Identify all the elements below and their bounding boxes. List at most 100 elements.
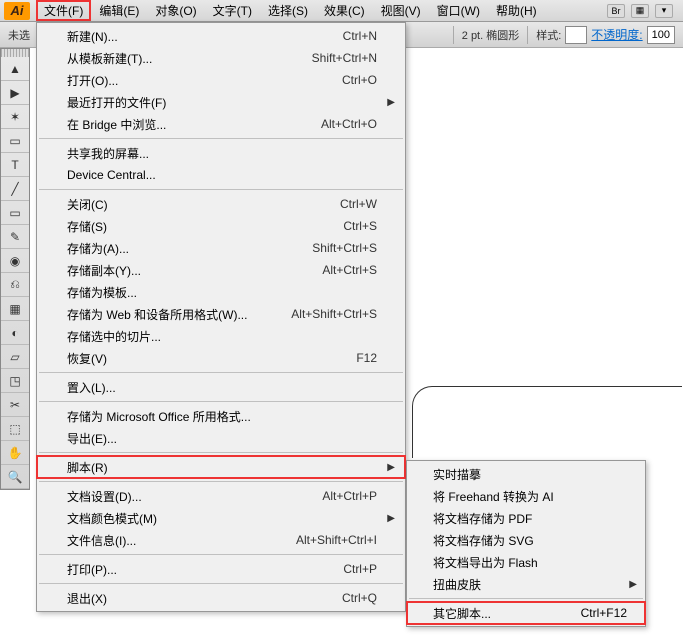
script-menu-item-4[interactable]: 将文档导出为 Flash bbox=[407, 551, 645, 573]
menu-object[interactable]: 对象(O) bbox=[147, 0, 204, 21]
menu-item-label: 在 Bridge 中浏览... bbox=[67, 116, 321, 133]
menu-item-label: 共享我的屏幕... bbox=[67, 145, 377, 162]
tool-6[interactable]: ▭ bbox=[1, 201, 29, 225]
script-menu-item-0[interactable]: 实时描摹 bbox=[407, 463, 645, 485]
script-menu-item-7[interactable]: 其它脚本...Ctrl+F12 bbox=[407, 602, 645, 624]
tool-7[interactable]: ✎ bbox=[1, 225, 29, 249]
tool-17[interactable]: 🔍 bbox=[1, 465, 29, 489]
file-menu-item-1[interactable]: 从模板新建(T)...Shift+Ctrl+N bbox=[37, 47, 405, 69]
script-menu-item-2[interactable]: 将文档存储为 PDF bbox=[407, 507, 645, 529]
menu-item-label: 置入(L)... bbox=[67, 379, 377, 396]
tool-4[interactable]: T bbox=[1, 153, 29, 177]
tool-15[interactable]: ⬚ bbox=[1, 417, 29, 441]
stroke-profile[interactable]: 2 pt. 椭圆形 bbox=[462, 27, 519, 43]
file-menu-item-0[interactable]: 新建(N)...Ctrl+N bbox=[37, 25, 405, 47]
file-menu-item-10[interactable]: 存储(S)Ctrl+S bbox=[37, 215, 405, 237]
style-swatch[interactable] bbox=[565, 26, 587, 44]
file-menu-item-6[interactable]: 共享我的屏幕... bbox=[37, 142, 405, 164]
menu-item-label: 文档颜色模式(M) bbox=[67, 510, 377, 527]
file-menu-item-15[interactable]: 存储选中的切片... bbox=[37, 325, 405, 347]
file-menu-item-4[interactable]: 在 Bridge 中浏览...Alt+Ctrl+O bbox=[37, 113, 405, 135]
menu-item-shortcut: Ctrl+S bbox=[343, 219, 377, 233]
menu-select[interactable]: 选择(S) bbox=[260, 0, 316, 21]
submenu-item-label: 将文档存储为 SVG bbox=[433, 532, 534, 549]
canvas-shape bbox=[412, 386, 682, 458]
menu-item-shortcut: Ctrl+O bbox=[342, 73, 377, 87]
bridge-button[interactable]: Br bbox=[607, 4, 625, 18]
tool-14[interactable]: ✂ bbox=[1, 393, 29, 417]
file-menu-item-9[interactable]: 关闭(C)Ctrl+W bbox=[37, 193, 405, 215]
menu-item-shortcut: Ctrl+P bbox=[343, 562, 377, 576]
tool-8[interactable]: ◉ bbox=[1, 249, 29, 273]
tool-16[interactable]: ✋ bbox=[1, 441, 29, 465]
file-menu-item-13[interactable]: 存储为模板... bbox=[37, 281, 405, 303]
tool-11[interactable]: ◐ bbox=[1, 321, 29, 345]
tool-0[interactable]: ▲ bbox=[1, 57, 29, 81]
tool-12[interactable]: ▱ bbox=[1, 345, 29, 369]
menu-view[interactable]: 视图(V) bbox=[373, 0, 429, 21]
submenu-item-label: 将 Freehand 转换为 AI bbox=[433, 488, 554, 505]
menu-effect[interactable]: 效果(C) bbox=[316, 0, 373, 21]
menu-edit[interactable]: 编辑(E) bbox=[91, 0, 147, 21]
menu-item-label: 导出(E)... bbox=[67, 430, 377, 447]
tool-5[interactable]: ╱ bbox=[1, 177, 29, 201]
tool-9[interactable]: ⎌ bbox=[1, 273, 29, 297]
tool-2[interactable]: ✶ bbox=[1, 105, 29, 129]
file-menu-item-3[interactable]: 最近打开的文件(F)▶ bbox=[37, 91, 405, 113]
menu-separator bbox=[39, 481, 403, 482]
file-menu-item-18[interactable]: 置入(L)... bbox=[37, 376, 405, 398]
menu-item-shortcut: Shift+Ctrl+S bbox=[312, 241, 377, 255]
script-menu-item-3[interactable]: 将文档存储为 SVG bbox=[407, 529, 645, 551]
opacity-label[interactable]: 不透明度: bbox=[591, 26, 642, 43]
menu-item-label: 退出(X) bbox=[67, 590, 342, 607]
tool-3[interactable]: ▭ bbox=[1, 129, 29, 153]
submenu-separator bbox=[409, 598, 643, 599]
menu-file[interactable]: 文件(F) bbox=[36, 0, 91, 21]
submenu-arrow-icon: ▶ bbox=[387, 513, 395, 524]
file-menu-item-27[interactable]: 文件信息(I)...Alt+Shift+Ctrl+I bbox=[37, 529, 405, 551]
menu-separator bbox=[39, 138, 403, 139]
file-menu-item-14[interactable]: 存储为 Web 和设备所用格式(W)...Alt+Shift+Ctrl+S bbox=[37, 303, 405, 325]
file-menu-item-23[interactable]: 脚本(R)▶ bbox=[37, 456, 405, 478]
menu-help[interactable]: 帮助(H) bbox=[488, 0, 545, 21]
menu-item-shortcut: Shift+Ctrl+N bbox=[312, 51, 377, 65]
file-menu-item-20[interactable]: 存储为 Microsoft Office 所用格式... bbox=[37, 405, 405, 427]
app-icon: Ai bbox=[4, 2, 30, 20]
workspace-dropdown[interactable]: ▾ bbox=[655, 4, 673, 18]
menu-item-shortcut: Ctrl+N bbox=[343, 29, 377, 43]
submenu-item-label: 实时描摹 bbox=[433, 466, 481, 483]
menu-item-shortcut: Ctrl+Q bbox=[342, 591, 377, 605]
menu-item-label: 存储副本(Y)... bbox=[67, 262, 322, 279]
menu-item-label: 最近打开的文件(F) bbox=[67, 94, 377, 111]
file-menu-item-11[interactable]: 存储为(A)...Shift+Ctrl+S bbox=[37, 237, 405, 259]
menu-item-label: 新建(N)... bbox=[67, 28, 343, 45]
file-menu-item-12[interactable]: 存储副本(Y)...Alt+Ctrl+S bbox=[37, 259, 405, 281]
file-menu-item-31[interactable]: 退出(X)Ctrl+Q bbox=[37, 587, 405, 609]
file-menu-item-2[interactable]: 打开(O)...Ctrl+O bbox=[37, 69, 405, 91]
menu-item-label: 关闭(C) bbox=[67, 196, 340, 213]
file-menu-item-7[interactable]: Device Central... bbox=[37, 164, 405, 186]
tool-10[interactable]: ▦ bbox=[1, 297, 29, 321]
file-menu-item-29[interactable]: 打印(P)...Ctrl+P bbox=[37, 558, 405, 580]
submenu-arrow-icon: ▶ bbox=[629, 579, 637, 590]
tool-13[interactable]: ◳ bbox=[1, 369, 29, 393]
menu-item-label: 存储为 Microsoft Office 所用格式... bbox=[67, 408, 377, 425]
menu-separator bbox=[39, 372, 403, 373]
file-menu-item-16[interactable]: 恢复(V)F12 bbox=[37, 347, 405, 369]
file-menu-item-26[interactable]: 文档颜色模式(M) ▶ bbox=[37, 507, 405, 529]
menu-type[interactable]: 文字(T) bbox=[205, 0, 260, 21]
file-menu-item-21[interactable]: 导出(E)... bbox=[37, 427, 405, 449]
submenu-item-label: 将文档导出为 Flash bbox=[433, 554, 538, 571]
menu-item-label: 文件信息(I)... bbox=[67, 532, 296, 549]
palette-grip[interactable] bbox=[1, 49, 29, 57]
submenu-item-label: 将文档存储为 PDF bbox=[433, 510, 532, 527]
script-menu-item-1[interactable]: 将 Freehand 转换为 AI bbox=[407, 485, 645, 507]
opacity-value[interactable]: 100 bbox=[647, 26, 675, 44]
tool-1[interactable]: ▶ bbox=[1, 81, 29, 105]
script-menu-item-5[interactable]: 扭曲皮肤▶ bbox=[407, 573, 645, 595]
arrange-button[interactable]: ▦ bbox=[631, 4, 649, 18]
menu-window[interactable]: 窗口(W) bbox=[429, 0, 488, 21]
menu-separator bbox=[39, 401, 403, 402]
file-menu-item-25[interactable]: 文档设置(D)...Alt+Ctrl+P bbox=[37, 485, 405, 507]
menu-item-shortcut: Alt+Ctrl+O bbox=[321, 117, 377, 131]
